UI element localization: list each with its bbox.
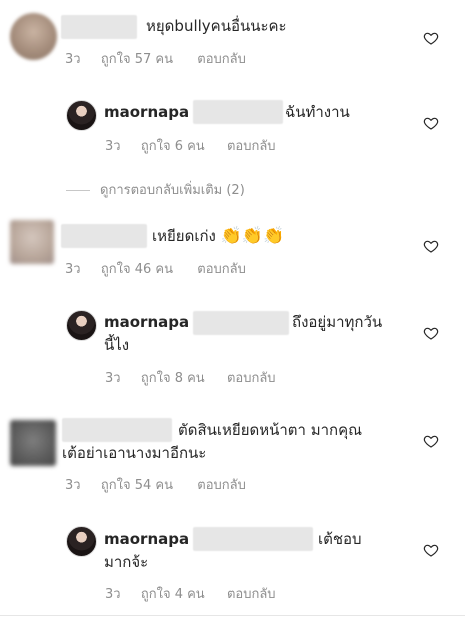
comment-time: 3ว [65,52,81,67]
commenter-avatar[interactable] [10,220,54,264]
reply-text-line1: เต้ชอบ [318,530,362,548]
comment-time: 3ว [105,139,121,154]
redacted-username [61,15,137,39]
comment-meta: 3ว ถูกใจ 4 คน ตอบกลับ [105,583,276,604]
likes-count[interactable]: ถูกใจ 4 คน [141,587,205,602]
maornapa-avatar[interactable] [66,310,97,341]
view-more-replies[interactable]: ดูการตอบกลับเพิ่มเติม (2) [66,179,245,200]
comment-time: 3ว [105,371,121,386]
commenter-avatar[interactable] [10,13,57,60]
reply-username[interactable]: maornapa [104,528,189,550]
heart-outline-icon[interactable] [423,238,439,254]
maornapa-avatar[interactable] [66,100,97,131]
redacted-mention [193,100,283,124]
redacted-mention [193,527,313,551]
bottom-divider [0,615,465,616]
reply-text-line2: นี้ไง [104,336,130,354]
comment-meta: 3ว ถูกใจ 6 คน ตอบกลับ [105,135,276,156]
comment-text: เหยียดเก่ง 👏👏👏 [152,225,284,247]
likes-count[interactable]: ถูกใจ 54 คน [101,478,173,493]
comment-time: 3ว [105,587,121,602]
likes-count[interactable]: ถูกใจ 57 คน [101,52,173,67]
reply-button[interactable]: ตอบกลับ [197,52,246,67]
reply-username[interactable]: maornapa [104,101,189,123]
likes-count[interactable]: ถูกใจ 46 คน [101,262,173,277]
clapping-hands-emoji: 👏👏👏 [220,226,285,246]
divider-line [66,190,90,191]
heart-outline-icon[interactable] [423,115,439,131]
reply-username[interactable]: maornapa [104,311,189,333]
reply-button[interactable]: ตอบกลับ [227,139,276,154]
reply-button[interactable]: ตอบกลับ [227,587,276,602]
reply-text-line2: มากจ้ะ [104,553,149,571]
heart-outline-icon[interactable] [423,433,439,449]
reply-text: ฉันทำงาน [285,103,350,121]
comment-meta: 3ว ถูกใจ 8 คน ตอบกลับ [105,367,276,388]
reply-button[interactable]: ตอบกลับ [197,478,246,493]
comment-meta: 3ว ถูกใจ 54 คน ตอบกลับ [65,474,246,495]
likes-count[interactable]: ถูกใจ 8 คน [141,371,205,386]
comment-meta: 3ว ถูกใจ 46 คน ตอบกลับ [65,258,246,279]
view-replies-label: ดูการตอบกลับเพิ่มเติม (2) [100,183,245,198]
commenter-avatar[interactable] [10,420,56,466]
likes-count[interactable]: ถูกใจ 6 คน [141,139,205,154]
redacted-mention [193,311,289,335]
reply-text-line1: ถึงอยู่มาทุกวัน [292,313,383,331]
reply-button[interactable]: ตอบกลับ [197,262,246,277]
comment-text: หยุดbullyคนอื่นนะคะ [146,17,287,35]
redacted-username [62,418,172,442]
heart-outline-icon[interactable] [423,542,439,558]
comment-text-body: เหยียดเก่ง [152,227,216,245]
comment-text-line1: ตัดสินเหยียดหน้าตา มากคุณ [178,421,363,439]
comment-time: 3ว [65,262,81,277]
comment-text-line2: เต้อย่าเอานางมาอีกนะ [62,444,207,462]
comment-meta: 3ว ถูกใจ 57 คน ตอบกลับ [65,48,246,69]
maornapa-avatar[interactable] [66,526,97,557]
reply-button[interactable]: ตอบกลับ [227,371,276,386]
redacted-username [61,224,147,248]
heart-outline-icon[interactable] [423,30,439,46]
comment-time: 3ว [65,478,81,493]
heart-outline-icon[interactable] [423,325,439,341]
